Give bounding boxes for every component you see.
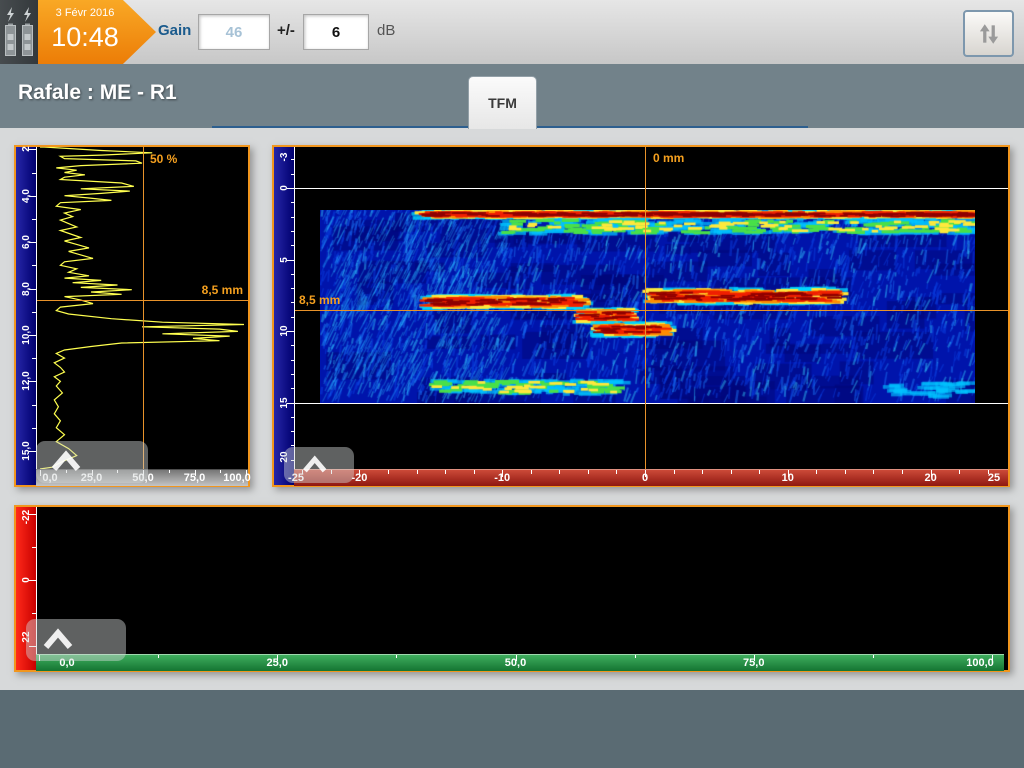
axis-tick-label: 8,0 — [16, 274, 36, 304]
axis-tick — [474, 470, 475, 474]
axis-tick-label: 10 — [768, 472, 808, 484]
battery1-icon — [3, 6, 18, 58]
ascan-depth-label: 8,5 mm — [202, 283, 243, 297]
datetime-banner: 3 Févr 2016 10:48 — [38, 0, 156, 64]
time-label: 10:48 — [40, 22, 130, 53]
axis-tick-label: 100,0 — [960, 657, 1000, 669]
axis-tick — [702, 470, 703, 474]
tfm-depth-cursor-label: 8,5 mm — [299, 293, 340, 307]
axis-tick — [845, 470, 846, 474]
axis-tick-label: -10 — [482, 472, 522, 484]
axis-tick — [731, 470, 732, 474]
strip-chart-panel[interactable]: 0,025,050,075,0100,0 -22022 — [14, 505, 1010, 672]
tfm-depth-cursor[interactable] — [295, 310, 1008, 311]
bottom-toolbar: Temps (s) 1140 Version 1.3.2 - BLISTERIN… — [0, 690, 1024, 768]
axis-tick-label: 75,0 — [734, 657, 774, 669]
axis-tick-label: 25,0 — [257, 657, 297, 669]
axis-tick-label: 12,0 — [16, 366, 36, 396]
tfm-image[interactable] — [320, 210, 975, 403]
axis-tick — [616, 470, 617, 474]
plusminus-label: +/- — [277, 22, 295, 39]
battery-status-panel — [0, 0, 38, 64]
axis-tick — [559, 470, 560, 474]
axis-tick — [169, 470, 170, 473]
ascan-depth-cursor[interactable] — [37, 300, 248, 301]
axis-tick — [396, 655, 397, 658]
axis-tick-label: -22 — [16, 502, 36, 532]
ascan-expand-button[interactable] — [36, 441, 148, 483]
chevron-up-icon — [40, 627, 84, 653]
date-label: 3 Févr 2016 — [46, 7, 124, 19]
axis-tick-label: 6,0 — [16, 227, 36, 257]
axis-tick-label: 0 — [274, 173, 294, 203]
updown-button[interactable] — [963, 10, 1014, 57]
axis-tick-label: 5 — [274, 245, 294, 275]
gain-input[interactable] — [198, 14, 270, 50]
ascan-percent-label: 50 % — [150, 152, 177, 166]
top-bar: 3 Févr 2016 10:48 Gain +/- dB — [0, 0, 1024, 65]
tfm-zero-depth-line — [294, 188, 1008, 189]
axis-tick-label: 0 — [16, 565, 36, 595]
db-unit-label: dB — [377, 22, 395, 39]
axis-tick — [873, 470, 874, 474]
axis-tick-label: 10,0 — [16, 320, 36, 350]
tab-tfm[interactable]: TFM — [468, 76, 537, 129]
axis-tick — [417, 470, 418, 474]
axis-tick-label: 75,0 — [175, 472, 215, 484]
axis-tick — [588, 470, 589, 474]
axis-tick — [445, 470, 446, 474]
battery2-icon — [20, 6, 35, 58]
strip-x-axis: 0,025,050,075,0100,0 — [36, 654, 1004, 671]
strip-expand-button[interactable] — [26, 619, 126, 661]
axis-tick-label: 0 — [625, 472, 665, 484]
axis-tick — [873, 655, 874, 658]
tfm-expand-button[interactable] — [284, 447, 354, 483]
axis-tick — [759, 470, 760, 474]
tfm-axis-line — [294, 147, 295, 469]
axis-tick-label: 20 — [911, 472, 951, 484]
axis-tick-label: 50,0 — [496, 657, 536, 669]
axis-tick — [388, 470, 389, 474]
axis-tick-label: 100,0 — [217, 472, 257, 484]
axis-tick-label: 25 — [974, 472, 1014, 484]
axis-tick — [531, 470, 532, 474]
tfm-backwall-line — [294, 403, 1008, 404]
application-window: 3 Févr 2016 10:48 Gain +/- dB Rafale : M… — [0, 0, 1024, 768]
axis-tick-label: -3 — [274, 142, 294, 172]
chevron-up-icon — [300, 454, 336, 476]
axis-tick — [816, 470, 817, 474]
axis-tick — [158, 655, 159, 658]
axis-tick — [959, 470, 960, 474]
gain-step-input[interactable] — [303, 14, 369, 50]
axis-tick-label: 15,0 — [16, 436, 36, 466]
tfm-x-cursor[interactable] — [645, 147, 646, 469]
axis-tick — [635, 655, 636, 658]
chevron-up-icon — [48, 449, 92, 475]
ascan-panel[interactable]: 50 % 8,5 mm 0,025,050,075,0100,0 24,06,0… — [14, 145, 250, 487]
axis-tick-label: 2 — [16, 134, 36, 164]
gain-label: Gain — [158, 22, 191, 39]
axis-tick-label: 10 — [274, 316, 294, 346]
axis-tick-label: 4,0 — [16, 181, 36, 211]
ascan-amplitude-cursor[interactable] — [143, 147, 144, 469]
up-down-arrows-icon — [976, 21, 1002, 47]
axis-tick — [902, 470, 903, 474]
ascan-trace — [36, 147, 248, 469]
page-title: Rafale : ME - R1 — [18, 81, 177, 105]
axis-tick — [674, 470, 675, 474]
tfm-panel[interactable]: 0 mm 8,5 mm -25-20-100102025 -305101520 — [272, 145, 1010, 487]
tfm-x-cursor-label: 0 mm — [653, 151, 684, 165]
tfm-scan-axis: -25-20-100102025 — [294, 469, 1008, 486]
axis-tick-label: 15 — [274, 388, 294, 418]
